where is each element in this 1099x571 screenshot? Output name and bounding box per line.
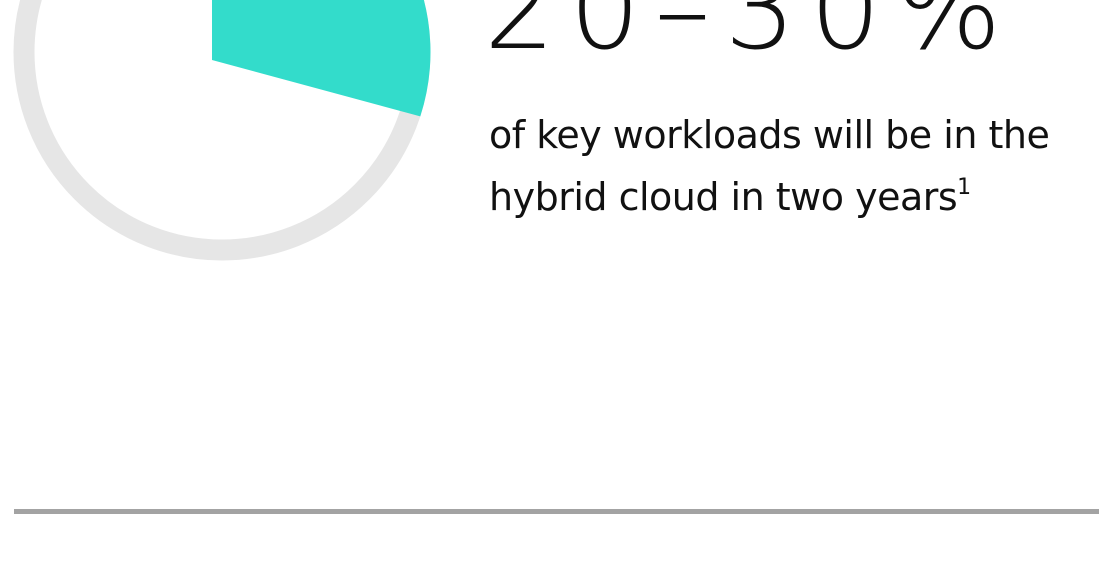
footnote-marker: 1 <box>957 175 971 201</box>
stat-description: of key workloads will be in the hybrid c… <box>489 104 1099 228</box>
donut-svg <box>13 0 431 261</box>
divider-line <box>14 509 1099 514</box>
stat-description-line-2: hybrid cloud in two years1 <box>489 166 1099 228</box>
stat-description-line-1: of key workloads will be in the <box>489 113 1050 157</box>
stat-description-line-2-text: hybrid cloud in two years <box>489 175 958 219</box>
donut-highlight-segment <box>212 0 431 117</box>
donut-graphic <box>0 0 450 270</box>
stat-number: 20–30% <box>484 0 1016 75</box>
